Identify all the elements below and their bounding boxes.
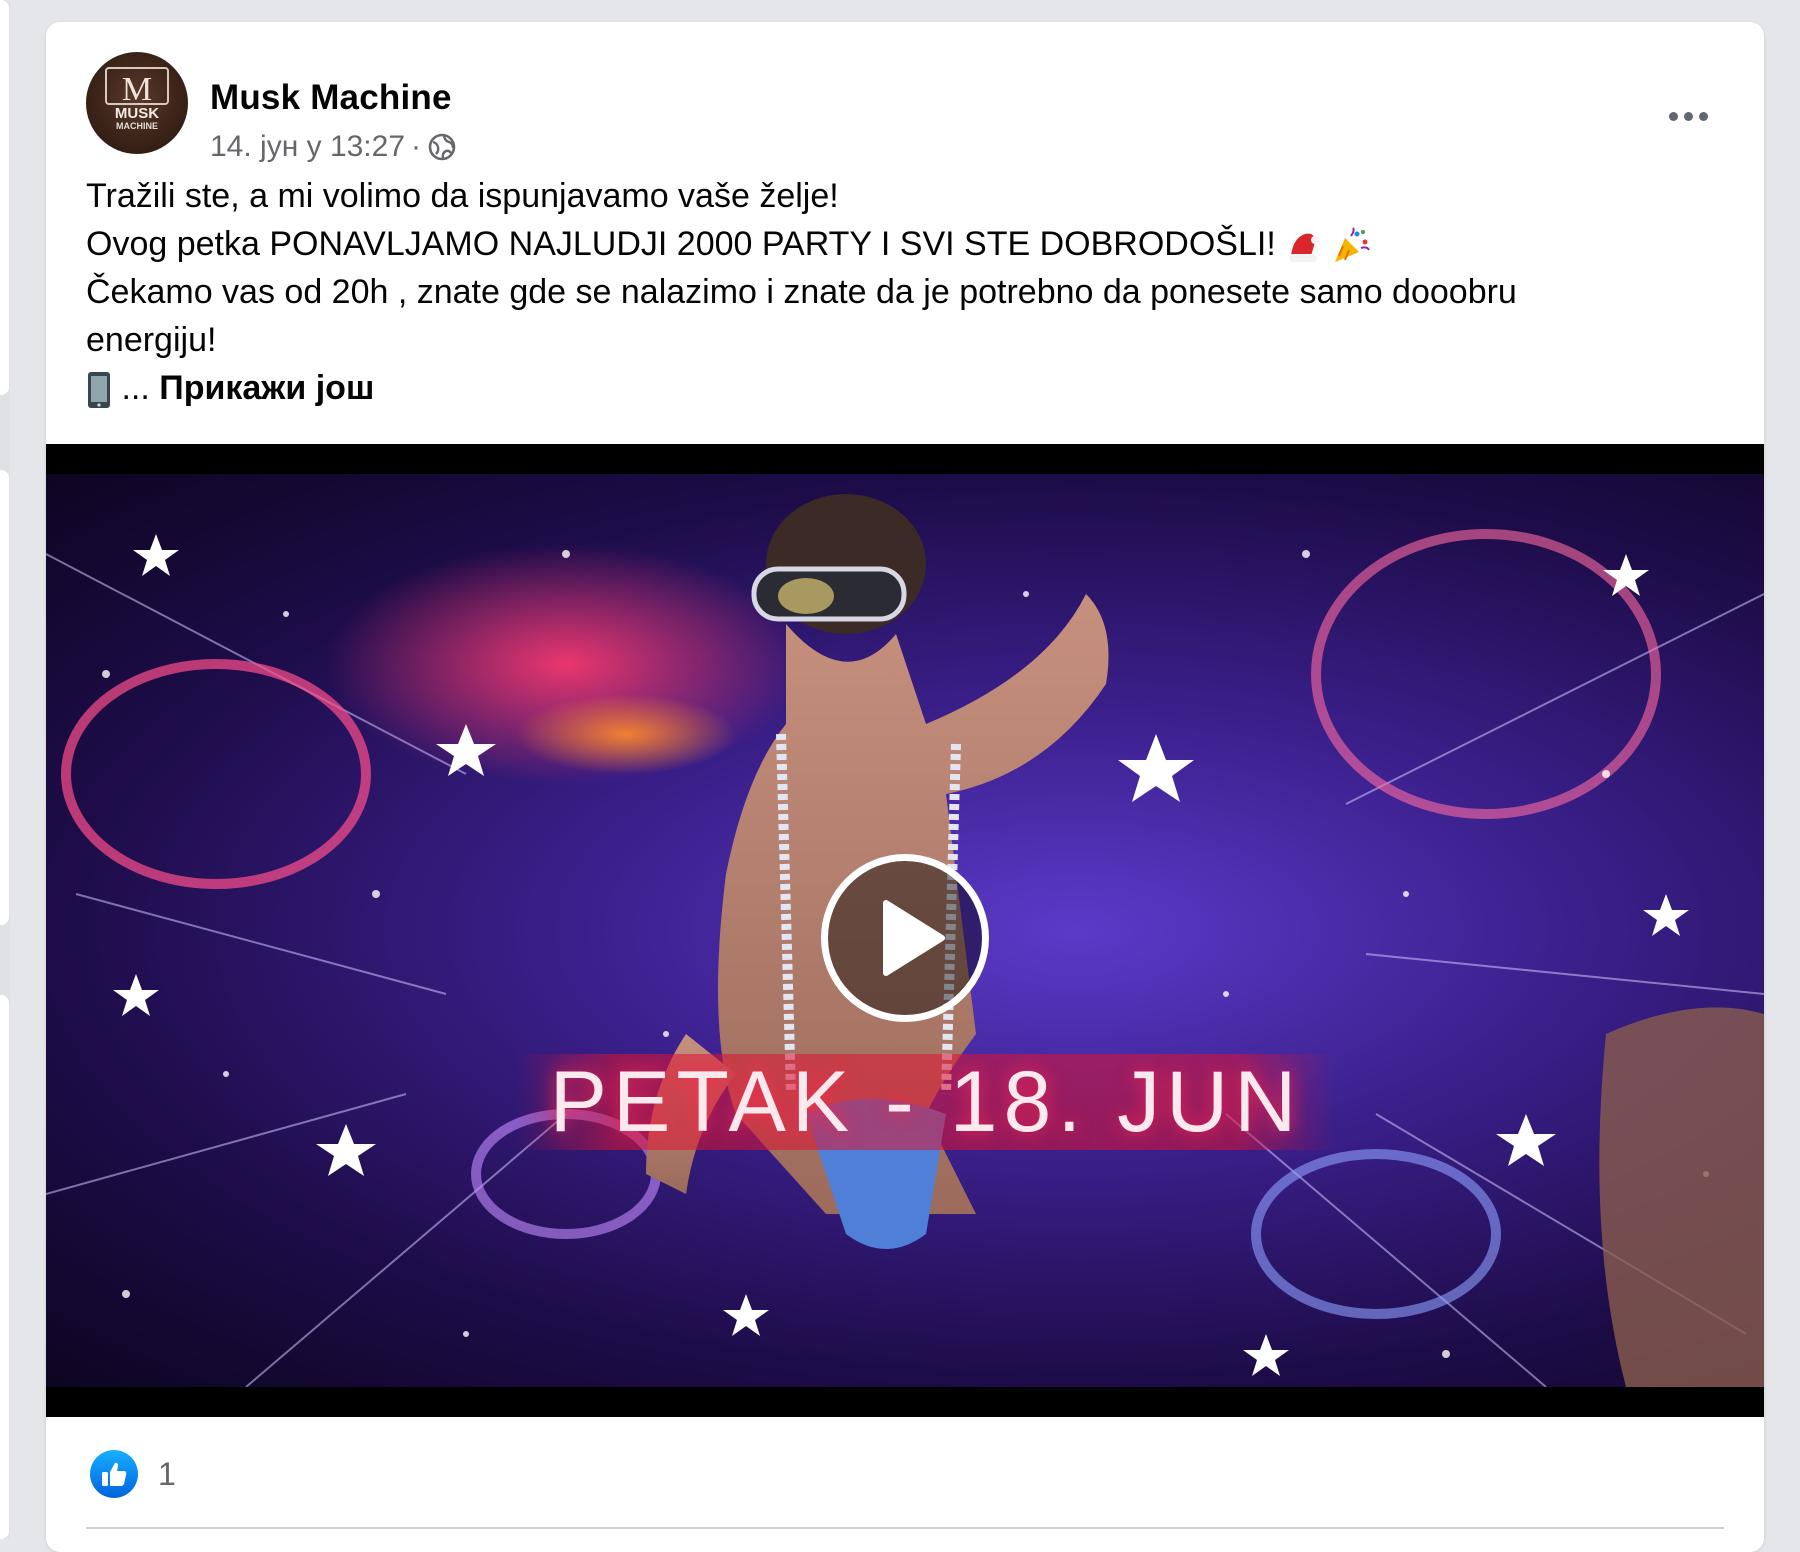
reaction-summary[interactable]: 1 bbox=[90, 1450, 176, 1498]
author-name[interactable]: Musk Machine bbox=[210, 78, 452, 118]
divider bbox=[86, 1527, 1724, 1529]
post-text-line: Čekamo vas od 20h , znate gde se nalazim… bbox=[86, 273, 1517, 311]
ellipsis: ... bbox=[121, 369, 150, 407]
video-thumbnail[interactable]: PETAK - 18. JUN bbox=[46, 474, 1764, 1387]
reaction-count: 1 bbox=[158, 1455, 176, 1492]
post-text-line: Ovog petka PONAVLJAMO NAJLUDJI 2000 PART… bbox=[86, 220, 1724, 268]
thumbs-up-icon bbox=[102, 1462, 127, 1486]
musk-machine-logo: M MUSK MACHINE bbox=[105, 67, 169, 131]
more-dot bbox=[1698, 111, 1708, 121]
more-options-button[interactable] bbox=[1652, 94, 1724, 138]
post-text-line: ... Прикажи још bbox=[86, 364, 1724, 412]
post-card: M MUSK MACHINE Musk Machine 14. јун у 13… bbox=[46, 22, 1764, 1552]
avatar[interactable]: M MUSK MACHINE bbox=[86, 52, 188, 154]
post-meta: 14. јун у 13:27 · bbox=[210, 130, 457, 164]
post-header: M MUSK MACHINE Musk Machine 14. јун у 13… bbox=[86, 52, 1724, 164]
left-card-edge bbox=[0, 995, 9, 1539]
logo-sub: MACHINE bbox=[116, 121, 158, 131]
video-player[interactable]: PETAK - 18. JUN bbox=[46, 444, 1764, 1417]
more-dot bbox=[1683, 111, 1693, 121]
santa-hat-icon bbox=[1289, 233, 1320, 263]
meta-separator: · bbox=[411, 130, 422, 163]
left-card-edge bbox=[0, 470, 9, 925]
more-options-icon bbox=[1668, 111, 1678, 121]
mobile-phone-icon bbox=[88, 372, 110, 409]
left-column-edge bbox=[0, 0, 10, 1539]
video-overlay-text: PETAK - 18. JUN bbox=[516, 1054, 1336, 1150]
left-card-edge bbox=[0, 0, 9, 395]
post-text-line: Tražili ste, a mi volimo da ispunjavamo … bbox=[86, 177, 839, 215]
see-more-link[interactable]: Прикажи још bbox=[159, 369, 374, 407]
logo-brand: MUSK bbox=[115, 105, 159, 122]
party-popper-icon bbox=[1334, 227, 1370, 263]
globe-icon[interactable] bbox=[427, 132, 457, 162]
post-text-line-content: Ovog petka PONAVLJAMO NAJLUDJI 2000 PART… bbox=[86, 225, 1276, 263]
post-text: Tražili ste, a mi volimo da ispunjavamo … bbox=[86, 172, 1724, 412]
play-icon bbox=[883, 900, 945, 976]
play-button[interactable] bbox=[821, 854, 989, 1022]
like-icon bbox=[90, 1450, 138, 1498]
logo-letter: M bbox=[122, 71, 152, 108]
post-date[interactable]: 14. јун у 13:27 bbox=[210, 130, 405, 164]
post-text-line: energiju! bbox=[86, 321, 217, 359]
